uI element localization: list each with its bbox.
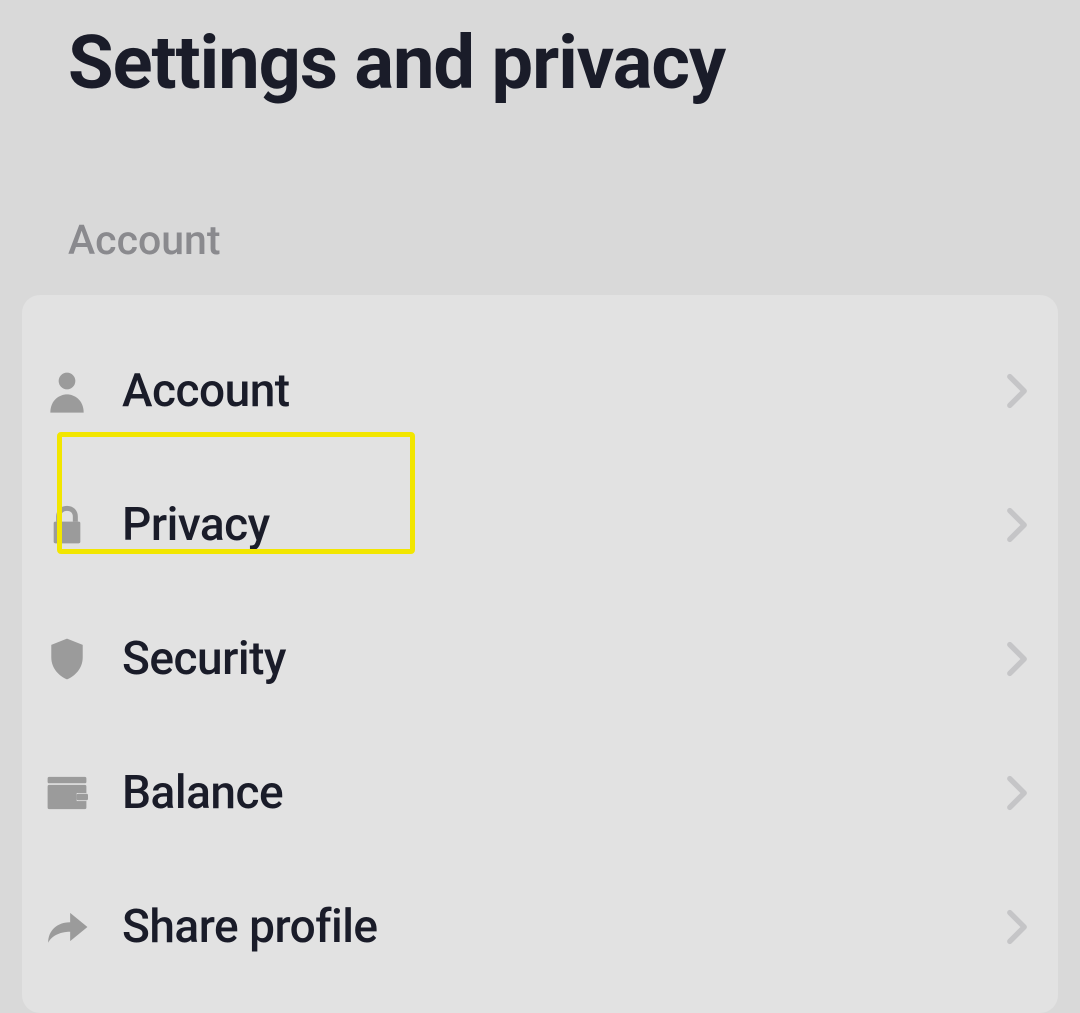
settings-item-label: Share profile xyxy=(122,900,1006,954)
settings-item-label: Security xyxy=(122,632,1006,686)
settings-item-label: Account xyxy=(122,364,1006,418)
shield-icon xyxy=(42,637,92,681)
settings-item-account[interactable]: Account xyxy=(22,328,1058,454)
settings-item-label: Balance xyxy=(122,766,1006,820)
section-label-account: Account xyxy=(0,107,1080,295)
chevron-right-icon xyxy=(1006,507,1028,543)
chevron-right-icon xyxy=(1006,373,1028,409)
chevron-right-icon xyxy=(1006,641,1028,677)
share-icon xyxy=(42,908,92,946)
settings-card: Account Privacy Security xyxy=(22,295,1058,1013)
page-title: Settings and privacy xyxy=(0,0,1080,107)
settings-item-privacy[interactable]: Privacy xyxy=(22,462,1058,588)
settings-item-balance[interactable]: Balance xyxy=(22,730,1058,856)
chevron-right-icon xyxy=(1006,775,1028,811)
lock-icon xyxy=(42,503,92,547)
settings-item-share-profile[interactable]: Share profile xyxy=(22,864,1058,990)
wallet-icon xyxy=(42,774,92,812)
settings-item-label: Privacy xyxy=(122,498,1006,552)
chevron-right-icon xyxy=(1006,909,1028,945)
person-icon xyxy=(42,369,92,413)
settings-item-security[interactable]: Security xyxy=(22,596,1058,722)
